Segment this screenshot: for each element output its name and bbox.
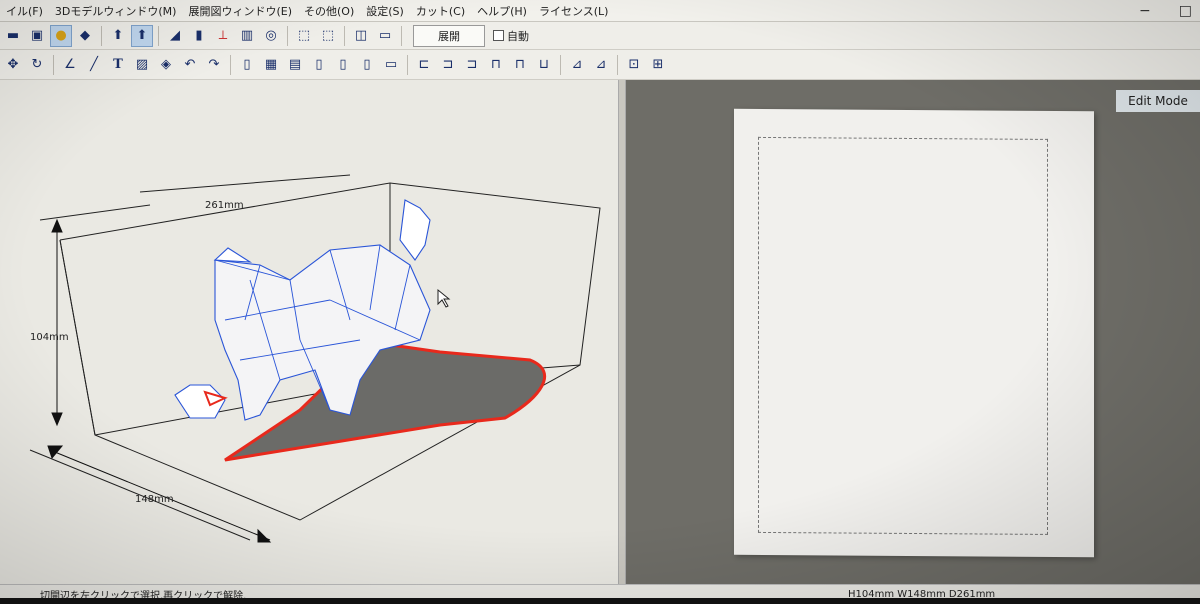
mouse-cursor-icon — [437, 288, 451, 308]
rotate-part-icon[interactable]: ↻ — [26, 54, 48, 76]
auto-label: 自動 — [507, 29, 529, 43]
columns-icon[interactable]: ▥ — [236, 25, 258, 47]
overlap-icon[interactable]: ◎ — [260, 25, 282, 47]
redo-icon[interactable]: ↷ — [203, 54, 225, 76]
menu-3d-model-window[interactable]: 3Dモデルウィンドウ(M) — [49, 3, 183, 19]
menu-help[interactable]: ヘルプ(H) — [471, 3, 533, 19]
move-part-icon[interactable]: ✥ — [2, 54, 24, 76]
paper-sheet[interactable] — [734, 108, 1094, 558]
single-view-icon[interactable]: ▭ — [374, 25, 396, 47]
toolbar-separator — [101, 25, 102, 46]
toolbar-separator — [230, 54, 231, 75]
box-icon[interactable]: ◈ — [155, 54, 177, 76]
toolbar-separator — [287, 25, 288, 46]
toolbar-separator — [344, 25, 345, 46]
align-middle-icon[interactable]: ⊓ — [509, 54, 531, 76]
move-model-icon[interactable]: ⬆ — [131, 24, 153, 47]
distribute-v-icon[interactable]: ⊿ — [590, 54, 612, 76]
edge-icon[interactable]: ∠ — [59, 54, 81, 76]
model-canvas[interactable]: 261mm 104mm 148mm — [0, 80, 618, 584]
toolbar-separator — [560, 54, 561, 75]
lightbulb-icon[interactable]: ● — [50, 24, 72, 47]
model-3d-view[interactable]: 261mm 104mm 148mm — [0, 80, 618, 584]
menu-license[interactable]: ライセンス(L) — [533, 3, 615, 19]
monitor-bezel — [0, 598, 1200, 604]
dim-width-label: 261mm — [205, 200, 244, 211]
page-add-icon[interactable]: ▯ — [308, 54, 330, 76]
book-icon[interactable]: ▯ — [236, 54, 258, 76]
line-icon[interactable]: ╱ — [83, 54, 105, 76]
window-controls: − □ — [1139, 0, 1192, 22]
print-icon[interactable]: ▭ — [380, 54, 402, 76]
cylinder-icon[interactable]: ▮ — [188, 25, 210, 47]
expand-button[interactable]: 展開 — [413, 24, 485, 47]
dim-depth-label: 148mm — [135, 494, 174, 505]
undo-icon[interactable]: ↶ — [179, 54, 201, 76]
page-remove-icon[interactable]: ▯ — [332, 54, 354, 76]
checkbox-box[interactable] — [493, 30, 504, 41]
menu-other[interactable]: その他(O) — [298, 3, 360, 19]
cube-icon[interactable]: ◆ — [74, 25, 96, 47]
toolbar-separator — [53, 54, 54, 75]
distribute-h-icon[interactable]: ⊿ — [566, 54, 588, 76]
menu-bar: イル(F) 3Dモデルウィンドウ(M) 展開図ウィンドウ(E) その他(O) 設… — [0, 0, 1200, 22]
edit-toolbar: ✥ ↻ ∠ ╱ T ▨ ◈ ↶ ↷ ▯ ▦ ▤ ▯ ▯ ▯ ▭ ⊏ ⊐ ⊐ ⊓ … — [0, 50, 1200, 80]
auto-checkbox[interactable]: 自動 — [493, 28, 529, 44]
grid-icon[interactable]: ▤ — [284, 54, 306, 76]
split-view-icon[interactable]: ◫ — [350, 25, 372, 47]
fit-page-icon[interactable]: ⊡ — [623, 54, 645, 76]
toolbar-separator — [617, 54, 618, 75]
select-frame-icon[interactable]: ⬚ — [293, 25, 315, 47]
align-right-icon[interactable]: ⊐ — [461, 54, 483, 76]
fit-view-icon[interactable]: ⬚ — [317, 25, 339, 47]
select-all-icon[interactable]: ⊞ — [647, 54, 669, 76]
pattern-icon[interactable]: ▦ — [260, 54, 282, 76]
toolbar-separator — [158, 25, 159, 46]
rotate-model-icon[interactable]: ⬆ — [107, 25, 129, 47]
pane-splitter[interactable] — [618, 80, 626, 584]
axis-icon[interactable]: ⟂ — [212, 25, 234, 47]
align-center-icon[interactable]: ⊐ — [437, 54, 459, 76]
menu-cut[interactable]: カット(C) — [410, 3, 471, 19]
maximize-button[interactable]: □ — [1179, 3, 1192, 19]
toolbar-separator — [407, 54, 408, 75]
align-left-icon[interactable]: ⊏ — [413, 54, 435, 76]
menu-unfold-window[interactable]: 展開図ウィンドウ(E) — [182, 3, 298, 19]
align-bottom-icon[interactable]: ⊔ — [533, 54, 555, 76]
open-folder-icon[interactable]: ▬ — [2, 25, 24, 47]
app-window: イル(F) 3Dモデルウィンドウ(M) 展開図ウィンドウ(E) その他(O) 設… — [0, 0, 1200, 604]
edit-mode-label: Edit Mode — [1116, 90, 1200, 112]
dim-height-label: 104mm — [30, 332, 69, 343]
menu-file[interactable]: イル(F) — [0, 3, 49, 19]
unfold-view[interactable]: Edit Mode — [626, 80, 1200, 584]
toolbar-separator — [401, 25, 402, 46]
menu-settings[interactable]: 設定(S) — [360, 3, 410, 19]
page-icon[interactable]: ▯ — [356, 54, 378, 76]
image-icon[interactable]: ▨ — [131, 54, 153, 76]
text-icon[interactable]: T — [107, 54, 129, 76]
align-top-icon[interactable]: ⊓ — [485, 54, 507, 76]
save-icon[interactable]: ▣ — [26, 25, 48, 47]
print-area — [758, 136, 1048, 535]
paint-icon[interactable]: ◢ — [164, 25, 186, 47]
main-toolbar: ▬ ▣ ● ◆ ⬆ ⬆ ◢ ▮ ⟂ ▥ ◎ ⬚ ⬚ ◫ ▭ 展開 自動 — [0, 22, 1200, 50]
minimize-button[interactable]: − — [1139, 3, 1151, 19]
